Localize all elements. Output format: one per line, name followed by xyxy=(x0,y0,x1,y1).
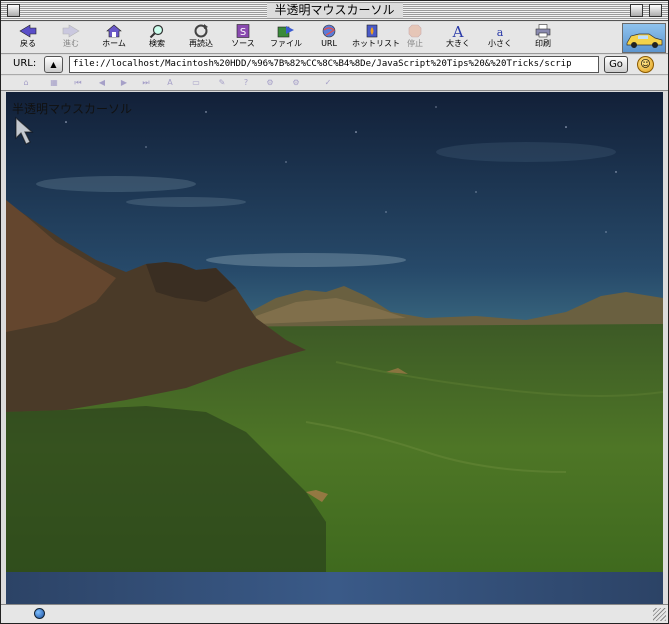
smiley-icon[interactable]: ☺ xyxy=(637,56,654,73)
stop-button[interactable]: 停止 xyxy=(395,23,435,53)
forward-button[interactable]: 進む xyxy=(51,23,91,53)
stop-label: 停止 xyxy=(407,39,423,48)
search-button[interactable]: 検索 xyxy=(137,23,177,53)
print-label: 印刷 xyxy=(535,39,551,48)
landscape-background xyxy=(6,92,663,604)
pers-edit-icon[interactable]: ✎ xyxy=(217,78,227,88)
pers-check-icon[interactable]: ✓ xyxy=(323,78,333,88)
print-icon xyxy=(534,24,552,39)
window-title: 半透明マウスカーソル xyxy=(266,3,403,18)
url-icon xyxy=(320,24,338,39)
text-smaller-button[interactable]: a 小さく xyxy=(480,23,520,53)
text-larger-label: 大きく xyxy=(446,39,470,48)
reload-icon xyxy=(192,24,210,39)
globe-icon xyxy=(34,608,45,619)
pers-page-icon[interactable]: ▭ xyxy=(191,78,201,88)
search-label: 検索 xyxy=(149,39,165,48)
browser-window: 半透明マウスカーソル 戻る 進む ホーム 検索 再読込 S ソース ファイル U… xyxy=(0,0,669,624)
back-button[interactable]: 戻る xyxy=(8,23,48,53)
source-icon: S xyxy=(234,24,252,39)
stop-icon xyxy=(406,24,424,39)
zoom-box[interactable] xyxy=(630,4,643,17)
svg-text:a: a xyxy=(497,26,504,38)
car-icon xyxy=(626,33,663,48)
home-icon xyxy=(105,24,123,39)
content-right-edge xyxy=(663,91,668,604)
url-input[interactable]: file://localhost/Macintosh%20HDD/%96%7B%… xyxy=(69,56,599,73)
page-heading: 半透明マウスカーソル xyxy=(12,102,133,116)
pers-home-icon[interactable]: ⌂ xyxy=(21,78,31,88)
svg-text:A: A xyxy=(452,24,464,38)
hotlist-label: ホットリスト xyxy=(352,39,400,48)
home-button[interactable]: ホーム xyxy=(94,23,134,53)
hotlist-icon xyxy=(363,24,381,39)
file-button[interactable]: ファイル xyxy=(266,23,306,53)
pers-prev-icon[interactable]: ◀ xyxy=(97,78,107,88)
go-button[interactable]: Go xyxy=(604,56,628,73)
close-box[interactable] xyxy=(7,4,20,17)
collapse-box[interactable] xyxy=(649,4,662,17)
pers-first-icon[interactable]: ⏮ xyxy=(73,78,83,88)
translucent-cursor-icon xyxy=(15,116,34,145)
text-smaller-label: 小さく xyxy=(488,39,512,48)
back-label: 戻る xyxy=(20,39,36,48)
text-smaller-icon: a xyxy=(491,24,509,39)
text-larger-button[interactable]: A 大きく xyxy=(438,23,478,53)
file-icon xyxy=(277,24,295,39)
url-field-label: URL: xyxy=(13,58,37,69)
status-bar xyxy=(1,604,668,623)
pers-grid-icon[interactable]: ▦ xyxy=(49,78,59,88)
forward-label: 進む xyxy=(63,39,79,48)
forward-arrow-icon xyxy=(62,24,80,39)
history-popup[interactable]: ▲ xyxy=(44,56,63,73)
pers-next-icon[interactable]: ▶ xyxy=(119,78,129,88)
source-button[interactable]: S ソース xyxy=(223,23,263,53)
reload-label: 再読込 xyxy=(189,39,213,48)
home-label: ホーム xyxy=(102,39,126,48)
pers-settings-icon[interactable]: ⚙ xyxy=(265,78,275,88)
popup-arrows-icon: ▲ xyxy=(50,60,57,69)
resize-grip[interactable] xyxy=(653,608,666,621)
file-label: ファイル xyxy=(270,39,302,48)
address-bar: URL: ▲ file://localhost/Macintosh%20HDD/… xyxy=(1,55,668,75)
url-label: URL xyxy=(321,39,337,48)
text-larger-icon: A xyxy=(449,23,467,41)
pers-last-icon[interactable]: ⏭ xyxy=(141,78,151,88)
pers-gear2-icon[interactable]: ⚙ xyxy=(291,78,301,88)
back-arrow-icon xyxy=(19,24,37,39)
throbber xyxy=(622,23,666,53)
page-content[interactable]: 半透明マウスカーソル xyxy=(6,92,663,604)
personal-toolbar: ⌂ ▦ ⏮ ◀ ▶ ⏭ A ▭ ✎ ? ⚙ ⚙ ✓ xyxy=(1,76,668,91)
reload-button[interactable]: 再読込 xyxy=(181,23,221,53)
print-button[interactable]: 印刷 xyxy=(523,23,563,53)
url-button[interactable]: URL xyxy=(309,23,349,53)
pers-help-icon[interactable]: ? xyxy=(241,78,251,88)
pers-text-icon[interactable]: A xyxy=(165,78,175,88)
hotlist-button[interactable]: ホットリスト xyxy=(352,23,400,53)
source-label: ソース xyxy=(231,39,255,48)
title-bar[interactable]: 半透明マウスカーソル xyxy=(1,1,668,21)
magnifier-icon xyxy=(148,24,166,39)
toolbar: 戻る 進む ホーム 検索 再読込 S ソース ファイル URL ホットリスト 停… xyxy=(1,22,668,54)
svg-text:S: S xyxy=(240,27,246,38)
